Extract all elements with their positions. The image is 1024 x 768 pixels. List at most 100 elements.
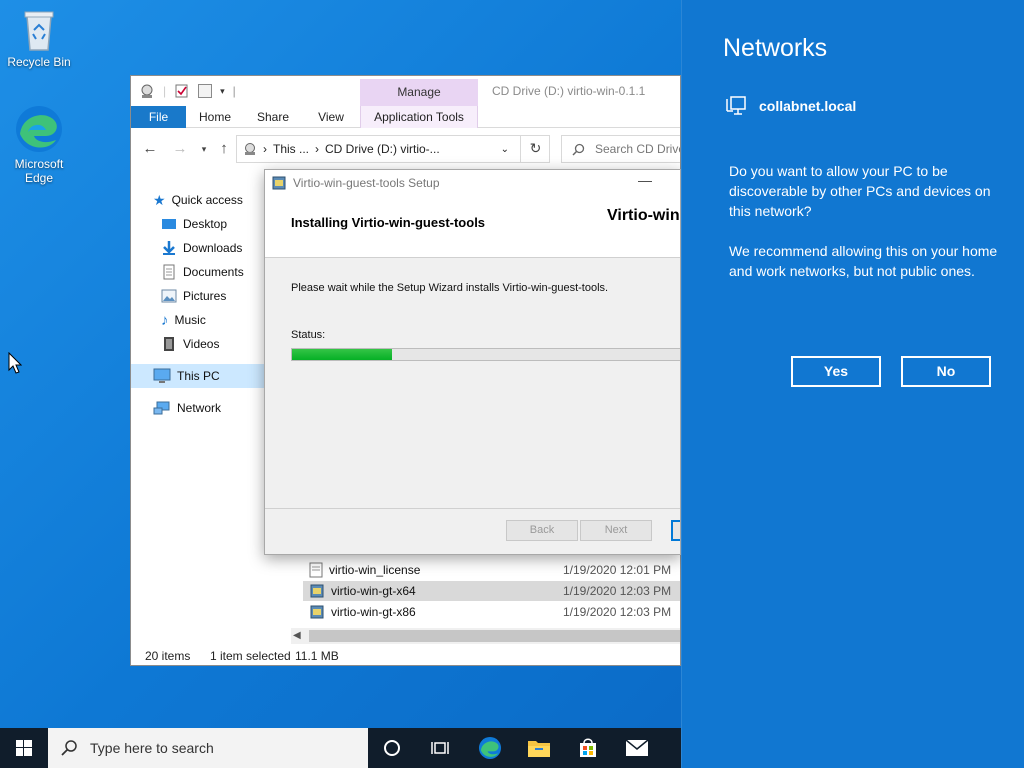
file-date: 1/19/2020 12:01 PM xyxy=(563,563,672,577)
file-explorer-icon xyxy=(528,741,550,757)
breadcrumb-cd-drive[interactable]: CD Drive (D:) virtio-... xyxy=(325,142,440,156)
desktop-folder-icon xyxy=(162,219,176,229)
star-icon: ★ xyxy=(153,191,166,208)
properties-icon[interactable] xyxy=(174,83,190,99)
discoverable-question: Do you want to allow your PC to be disco… xyxy=(729,163,991,219)
nav-label: Downloads xyxy=(183,241,243,255)
dialog-footer: Back Next xyxy=(265,508,680,554)
horizontal-scrollbar[interactable]: ◀ xyxy=(291,628,680,644)
forward-arrow-icon[interactable]: → xyxy=(171,140,189,158)
drive-icon[interactable] xyxy=(139,83,155,99)
tab-view[interactable]: View xyxy=(311,106,351,128)
nav-pictures[interactable]: Pictures xyxy=(161,286,226,306)
back-button[interactable]: Back xyxy=(506,520,578,541)
tab-file[interactable]: File xyxy=(131,106,186,128)
pictures-icon xyxy=(161,289,177,303)
address-bar[interactable]: › This ... › CD Drive (D:) virtio-... ⌄ xyxy=(236,135,550,163)
nav-label: Pictures xyxy=(183,289,227,303)
progress-fill xyxy=(292,349,392,360)
tab-home[interactable]: Home xyxy=(193,106,237,128)
video-film-icon xyxy=(164,337,174,351)
nav-label: This PC xyxy=(177,369,220,383)
back-arrow-icon[interactable]: ← xyxy=(141,140,159,158)
scrollbar-thumb[interactable] xyxy=(309,630,680,642)
dialog-titlebar[interactable]: Virtio-win-guest-tools Setup xyxy=(265,170,680,196)
start-icon xyxy=(16,740,32,756)
task-view-button[interactable] xyxy=(416,728,464,768)
up-arrow-icon[interactable]: ↑ xyxy=(215,140,233,158)
edge-icon xyxy=(478,736,502,760)
nav-quick-access[interactable]: ★ Quick access xyxy=(153,190,243,210)
search-box[interactable]: Search CD Drive xyxy=(561,135,681,163)
file-name: virtio-win-gt-x64 xyxy=(331,584,416,598)
desktop-icon-microsoft-edge[interactable]: Microsoft Edge xyxy=(4,104,74,185)
tab-application-tools[interactable]: Application Tools xyxy=(360,106,478,128)
music-note-icon: ♪ xyxy=(161,311,169,329)
file-row[interactable]: virtio-win_license 1/19/2020 12:01 PM xyxy=(303,560,680,580)
edge-icon xyxy=(16,106,62,152)
nav-this-pc[interactable]: This PC xyxy=(153,366,220,386)
window-title: CD Drive (D:) virtio-win-0.1.1 xyxy=(492,84,646,98)
computer-icon xyxy=(153,368,171,383)
selection-size: 11.1 MB xyxy=(295,649,339,663)
desktop-icon-recycle-bin[interactable]: Recycle Bin xyxy=(4,6,74,69)
cortana-button[interactable] xyxy=(368,728,416,768)
item-count: 20 items xyxy=(145,649,191,663)
nav-network[interactable]: Network xyxy=(153,398,221,418)
start-button[interactable] xyxy=(0,728,48,768)
nav-label: Quick access xyxy=(171,193,243,207)
next-button[interactable]: Next xyxy=(580,520,652,541)
mail-icon xyxy=(625,739,649,756)
drive-icon xyxy=(245,143,255,155)
breadcrumb-this-pc[interactable]: This ... xyxy=(273,142,309,156)
address-dropdown-chevron-icon[interactable]: ⌄ xyxy=(501,144,509,155)
status-label: Status: xyxy=(291,329,326,341)
cortana-icon xyxy=(384,740,400,756)
recommendation-text: We recommend allowing this on your home … xyxy=(729,243,998,279)
toolbar-divider: | xyxy=(163,84,167,98)
customize-toolbar-icon[interactable]: ▾ xyxy=(220,86,225,97)
nav-music[interactable]: ♪ Music xyxy=(161,310,206,330)
networks-flyout: Networks collabnet.local Do you want to … xyxy=(681,0,1024,768)
text-file-icon xyxy=(309,562,323,578)
file-row[interactable]: virtio-win-gt-x86 1/19/2020 12:03 PM xyxy=(303,602,680,622)
breadcrumb-separator-icon: › xyxy=(263,142,267,156)
scroll-left-icon[interactable]: ◀ xyxy=(293,628,301,644)
no-button[interactable]: No xyxy=(901,356,991,387)
nav-videos[interactable]: Videos xyxy=(161,334,219,354)
tab-share[interactable]: Share xyxy=(253,106,293,128)
nav-desktop[interactable]: Desktop xyxy=(161,214,227,234)
nav-label: Videos xyxy=(183,337,220,351)
file-name: virtio-win_license xyxy=(329,563,421,577)
recycle-bin-icon xyxy=(24,11,54,51)
refresh-icon[interactable]: ↻ xyxy=(520,135,550,163)
flyout-title: Networks xyxy=(723,34,828,62)
taskbar-store-button[interactable] xyxy=(564,728,612,768)
cancel-button[interactable] xyxy=(671,520,680,541)
ethernet-icon xyxy=(726,96,746,115)
recent-locations-chevron-icon[interactable]: ▾ xyxy=(195,140,213,158)
taskbar-search-box[interactable]: Type here to search xyxy=(48,728,368,768)
install-message: Please wait while the Setup Wizard insta… xyxy=(291,282,609,294)
file-date: 1/19/2020 12:03 PM xyxy=(563,584,672,598)
nav-documents[interactable]: Documents xyxy=(161,262,244,282)
file-name-cell: virtio-win_license xyxy=(303,562,563,578)
minimize-icon[interactable]: — xyxy=(638,172,652,188)
breadcrumb-separator-icon: › xyxy=(315,142,320,156)
mouse-cursor-icon xyxy=(8,352,22,374)
taskbar-mail-button[interactable] xyxy=(613,728,661,768)
nav-label: Network xyxy=(177,401,222,415)
selection-count: 1 item selected xyxy=(210,649,291,663)
progress-bar xyxy=(291,348,680,361)
taskbar-edge-button[interactable] xyxy=(466,728,514,768)
navigation-bar: ← → ▾ ↑ › This ... › CD Drive (D:) virti… xyxy=(131,131,680,167)
yes-button[interactable]: Yes xyxy=(791,356,881,387)
nav-downloads[interactable]: Downloads xyxy=(161,238,242,258)
search-placeholder: Search CD Drive xyxy=(595,142,681,156)
search-icon xyxy=(572,143,585,156)
file-row-selected[interactable]: virtio-win-gt-x64 1/19/2020 12:03 PM xyxy=(303,581,680,601)
new-folder-icon[interactable] xyxy=(198,84,213,98)
taskbar-file-explorer-button[interactable] xyxy=(515,728,563,768)
file-name-cell: virtio-win-gt-x86 xyxy=(303,604,563,620)
manage-tab[interactable]: Manage xyxy=(360,79,478,106)
